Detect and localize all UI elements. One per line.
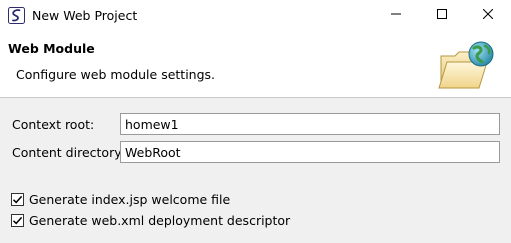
checkmark-icon [12, 216, 23, 224]
maximize-icon [437, 8, 447, 22]
generate-web-xml-label: Generate web.xml deployment descriptor [29, 212, 291, 228]
minimize-icon [391, 8, 401, 22]
eclipse-logo-icon [8, 7, 25, 24]
folder-globe-icon [437, 38, 501, 94]
generate-index-jsp-label: Generate index.jsp welcome file [29, 191, 231, 207]
minimize-button[interactable] [373, 0, 419, 30]
new-web-project-dialog: New Web Project Web Module Configure web… [0, 0, 511, 243]
generate-web-xml-checkbox[interactable] [11, 213, 24, 227]
generate-web-xml-option[interactable]: Generate web.xml deployment descriptor [11, 212, 290, 228]
content-directory-label: Content directory: [12, 145, 125, 160]
maximize-button[interactable] [419, 0, 465, 30]
page-title: Web Module [8, 41, 95, 56]
context-root-label: Context root: [12, 117, 95, 132]
checkmark-icon [12, 195, 23, 203]
title-bar[interactable]: New Web Project [0, 0, 511, 30]
generate-index-jsp-option[interactable]: Generate index.jsp welcome file [11, 191, 230, 207]
wizard-banner: Web Module Configure web module settings… [0, 30, 511, 98]
window-title: New Web Project [32, 8, 138, 23]
generate-index-jsp-checkbox[interactable] [11, 192, 24, 206]
close-icon [482, 8, 494, 22]
page-description: Configure web module settings. [16, 67, 216, 82]
context-root-input[interactable] [120, 113, 500, 135]
close-button[interactable] [465, 0, 511, 30]
content-directory-input[interactable] [120, 141, 500, 163]
